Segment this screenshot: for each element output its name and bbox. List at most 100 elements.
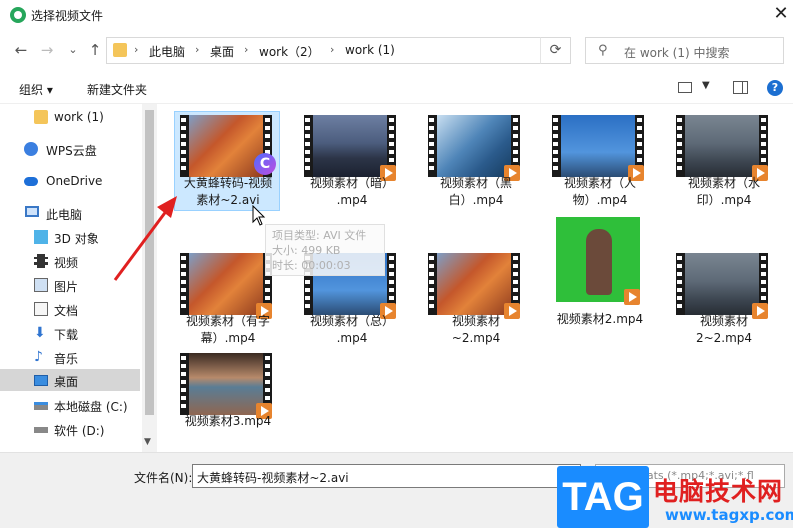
file-name-label: 大黄蜂转码-视频 素材~2.avi <box>168 175 288 209</box>
watermark: TAG 电脑技术网 www.tagxp.com <box>557 466 793 528</box>
music-icon: ♪ <box>34 349 43 365</box>
file-name-line: 视频素材 <box>451 314 500 328</box>
chevron-right-icon: › <box>244 43 249 56</box>
sidebar-item-label: 音乐 <box>54 352 79 366</box>
drive-d-icon <box>34 427 48 433</box>
filename-label: 文件名(N): <box>134 471 193 485</box>
film-strip-icon <box>304 115 312 177</box>
thumbnail-image <box>561 115 635 177</box>
file-name-line: 物）.mp4 <box>572 193 628 207</box>
back-button[interactable]: ← <box>12 41 30 59</box>
thumbnail-image <box>313 115 387 177</box>
search-box[interactable]: ⚲ 在 work (1) 中搜索 <box>585 37 784 64</box>
title-bar: 选择视频文件 ✕ <box>0 0 793 30</box>
sidebar-item-wps-cloud[interactable]: WPS云盘 <box>0 138 140 160</box>
sidebar-item-label: work (1) <box>54 110 104 124</box>
film-strip-icon <box>676 253 684 315</box>
file-name-line: 视频素材（总） <box>309 314 394 328</box>
sidebar-item-drive-c[interactable]: 本地磁盘 (C:) <box>0 394 140 416</box>
mouse-cursor-icon <box>252 205 266 226</box>
file-name-line: .mp4 <box>336 193 368 207</box>
film-strip-icon <box>428 253 436 315</box>
up-button[interactable]: ↑ <box>86 41 104 59</box>
desktop-icon <box>34 375 48 386</box>
video-play-badge-icon <box>624 289 640 305</box>
address-bar[interactable]: › 此电脑 › 桌面 › work（2） › work (1) ⌄ <box>106 37 631 64</box>
file-name-label: 视频素材（有字 幕）.mp4 <box>168 313 288 347</box>
watermark-title: 电脑技术网 <box>653 477 784 506</box>
file-name-line: .mp4 <box>336 331 368 345</box>
tooltip-type: 项目类型: AVI 文件 <box>272 229 367 242</box>
folder-icon <box>34 110 48 124</box>
film-strip-icon <box>552 115 560 177</box>
sidebar-item-music[interactable]: ♪ 音乐 <box>0 346 140 368</box>
app-icon <box>10 7 26 23</box>
chevron-right-icon: › <box>330 43 335 56</box>
3d-objects-icon <box>34 230 48 244</box>
breadcrumb-this-pc[interactable]: 此电脑 <box>149 43 185 60</box>
sidebar-item-label: 本地磁盘 (C:) <box>54 400 128 414</box>
toolbar: 组织 ▾ 新建文件夹 ▼ ? <box>0 72 793 104</box>
thumbnail-image <box>189 353 263 415</box>
file-name-line: 视频素材（黑 <box>439 176 512 190</box>
preview-pane-icon[interactable] <box>733 81 748 94</box>
sidebar-item-work-1[interactable]: work (1) <box>0 106 140 128</box>
converter-app-icon: C <box>254 153 276 175</box>
person-figure <box>586 229 612 295</box>
view-dropdown-icon[interactable]: ▼ <box>702 80 710 91</box>
sidebar-item-label: 软件 (D:) <box>54 424 105 438</box>
view-mode-icon[interactable] <box>678 82 692 93</box>
film-strip-icon <box>676 115 684 177</box>
onedrive-icon <box>24 177 38 186</box>
sidebar-item-label: 此电脑 <box>46 208 83 222</box>
thumbnail-image <box>189 115 263 177</box>
thumbnail-image <box>437 253 511 315</box>
refresh-button[interactable]: ⟳ <box>540 37 571 64</box>
breadcrumb-work-2[interactable]: work（2） <box>259 43 320 60</box>
organize-button[interactable]: 组织 ▾ <box>19 81 53 98</box>
chevron-right-icon: › <box>195 43 200 56</box>
forward-button[interactable]: → <box>38 41 56 59</box>
file-name-line: 视频素材3.mp4 <box>184 414 272 428</box>
help-icon[interactable]: ? <box>767 80 783 96</box>
scroll-down-arrow-icon[interactable]: ▼ <box>144 437 151 447</box>
close-button[interactable]: ✕ <box>770 3 792 25</box>
breadcrumb-work-1[interactable]: work (1) <box>345 43 395 57</box>
file-name-label: 视频素材（暗） .mp4 <box>292 175 412 209</box>
tooltip-duration: 时长: 00:00:03 <box>272 259 351 272</box>
file-name-line: 视频素材（暗） <box>309 176 394 190</box>
file-name-label: 视频素材2.mp4 <box>540 311 660 328</box>
file-name-label: 视频素材 ~2.mp4 <box>416 313 536 347</box>
breadcrumb-desktop[interactable]: 桌面 <box>210 43 234 60</box>
watermark-logo: TAG <box>557 466 649 528</box>
file-name-line: 素材~2.avi <box>196 193 260 207</box>
filename-input[interactable]: 大黄蜂转码-视频素材~2.avi <box>192 464 581 488</box>
pictures-icon <box>34 278 48 292</box>
recent-locations-button[interactable]: ⌄ <box>64 41 82 59</box>
search-placeholder: 在 work (1) 中搜索 <box>624 46 730 60</box>
sidebar-item-desktop[interactable]: 桌面 <box>0 369 140 391</box>
sidebar-item-downloads[interactable]: ⬇ 下载 <box>0 322 140 344</box>
sidebar-item-label: 视频 <box>54 256 79 270</box>
folder-icon <box>113 43 127 57</box>
file-tooltip: 项目类型: AVI 文件 大小: 499 KB 时长: 00:00:03 <box>265 224 385 276</box>
cloud-icon <box>24 142 38 156</box>
sidebar-item-label: 图片 <box>54 280 79 294</box>
file-name-line: 白）.mp4 <box>448 193 504 207</box>
drive-c-icon <box>34 402 48 410</box>
sidebar-item-onedrive[interactable]: OneDrive <box>0 170 140 192</box>
computer-icon <box>25 206 39 217</box>
file-name-line: 视频素材（有字 <box>185 314 270 328</box>
new-folder-button[interactable]: 新建文件夹 <box>87 81 147 98</box>
thumbnail-image <box>685 253 759 315</box>
film-strip-icon <box>180 353 188 415</box>
sidebar-item-label: 桌面 <box>54 375 79 389</box>
file-name-line: 幕）.mp4 <box>200 331 256 345</box>
video-folder-icon <box>34 254 48 268</box>
sidebar-item-drive-d[interactable]: 软件 (D:) <box>0 418 140 440</box>
documents-icon <box>34 302 48 316</box>
file-name-line: ~2.mp4 <box>451 331 501 345</box>
file-name-line: 视频素材 <box>699 314 748 328</box>
film-strip-icon <box>180 115 188 177</box>
sidebar-item-documents[interactable]: 文档 <box>0 298 140 320</box>
